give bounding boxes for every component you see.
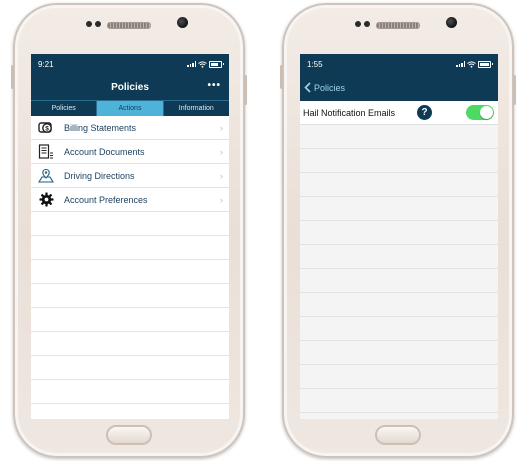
menu-item-account-documents[interactable]: Account Documents › <box>31 140 229 164</box>
empty-row <box>31 404 229 419</box>
menu-item-label: Account Preferences <box>64 194 148 205</box>
documents-icon <box>38 143 54 160</box>
empty-row <box>300 365 498 389</box>
map-pin-icon <box>38 168 54 184</box>
screen-right: 1:55 Policies Hail Notification Emails ? <box>300 54 498 419</box>
status-bar: 9:21 <box>31 54 229 74</box>
back-button-label: Policies <box>314 82 346 93</box>
stage: 9:21 Policies ••• Policies Actions Infor… <box>0 0 529 461</box>
sensor-dot <box>355 21 361 27</box>
actions-list: $ Billing Statements › Account Documents… <box>31 116 229 212</box>
empty-row <box>300 173 498 197</box>
empty-row <box>300 221 498 245</box>
sensor-dot <box>95 21 101 27</box>
signal-icon <box>187 61 196 67</box>
gear-icon <box>38 192 54 208</box>
toggle-knob <box>480 106 493 119</box>
help-icon[interactable]: ? <box>417 105 432 120</box>
menu-item-label: Account Documents <box>64 146 145 157</box>
status-icons <box>456 60 493 68</box>
sensor-dot <box>86 21 92 27</box>
empty-row <box>300 125 498 149</box>
empty-row <box>300 341 498 365</box>
home-button[interactable] <box>375 425 421 445</box>
phone-right: 1:55 Policies Hail Notification Emails ? <box>280 3 516 458</box>
setting-label: Hail Notification Emails <box>303 107 396 118</box>
app-header: 1:55 Policies <box>300 54 498 101</box>
empty-row <box>300 269 498 293</box>
menu-item-label: Billing Statements <box>64 122 137 133</box>
empty-row <box>31 356 229 380</box>
hail-notification-row: Hail Notification Emails ? <box>300 101 498 125</box>
earpiece <box>376 22 420 29</box>
empty-row <box>300 293 498 317</box>
wifi-icon <box>467 60 476 68</box>
empty-row <box>31 260 229 284</box>
sensor-dot <box>364 21 370 27</box>
earpiece <box>107 22 151 29</box>
home-button[interactable] <box>106 425 152 445</box>
more-options-icon[interactable]: ••• <box>207 81 221 91</box>
empty-row <box>31 308 229 332</box>
billing-icon: $ <box>38 120 54 136</box>
tab-bar: Policies Actions Information <box>31 100 229 116</box>
back-button[interactable]: Policies <box>300 74 498 101</box>
signal-icon <box>456 61 465 67</box>
empty-row <box>300 413 498 419</box>
volume-button <box>280 65 283 89</box>
page-title: Policies <box>111 81 149 93</box>
tab-information[interactable]: Information <box>164 101 229 116</box>
empty-row <box>300 197 498 221</box>
battery-icon <box>478 60 493 68</box>
wifi-icon <box>198 60 207 68</box>
empty-settings-area <box>300 125 498 419</box>
front-camera <box>177 17 188 28</box>
volume-button <box>11 65 14 89</box>
menu-item-driving-directions[interactable]: Driving Directions › <box>31 164 229 188</box>
empty-row <box>300 149 498 173</box>
status-bar: 1:55 <box>300 54 498 74</box>
empty-row <box>31 284 229 308</box>
power-button <box>244 75 247 105</box>
empty-row <box>300 389 498 413</box>
screen-left: 9:21 Policies ••• Policies Actions Infor… <box>31 54 229 419</box>
empty-row <box>31 380 229 404</box>
empty-row <box>31 212 229 236</box>
svg-text:$: $ <box>45 125 49 132</box>
tab-actions[interactable]: Actions <box>97 101 164 116</box>
status-time: 9:21 <box>38 59 54 69</box>
empty-row <box>31 236 229 260</box>
phone-left: 9:21 Policies ••• Policies Actions Infor… <box>11 3 247 458</box>
power-button <box>513 75 516 105</box>
tab-policies[interactable]: Policies <box>31 101 98 116</box>
battery-icon <box>209 60 224 68</box>
empty-row <box>31 332 229 356</box>
menu-item-billing-statements[interactable]: $ Billing Statements › <box>31 116 229 140</box>
front-camera <box>446 17 457 28</box>
chevron-right-icon: › <box>220 170 223 181</box>
menu-item-label: Driving Directions <box>64 170 135 181</box>
empty-list-area <box>31 212 229 419</box>
chevron-right-icon: › <box>220 146 223 157</box>
chevron-right-icon: › <box>220 194 223 205</box>
hail-notification-toggle[interactable] <box>466 105 494 120</box>
status-time: 1:55 <box>307 59 323 69</box>
menu-item-account-preferences[interactable]: Account Preferences › <box>31 188 229 212</box>
app-header: 9:21 Policies ••• Policies Actions Infor… <box>31 54 229 116</box>
chevron-right-icon: › <box>220 122 223 133</box>
status-icons <box>187 60 224 68</box>
empty-row <box>300 317 498 341</box>
chevron-left-icon <box>304 82 311 93</box>
title-bar: Policies ••• <box>31 74 229 100</box>
empty-row <box>300 245 498 269</box>
